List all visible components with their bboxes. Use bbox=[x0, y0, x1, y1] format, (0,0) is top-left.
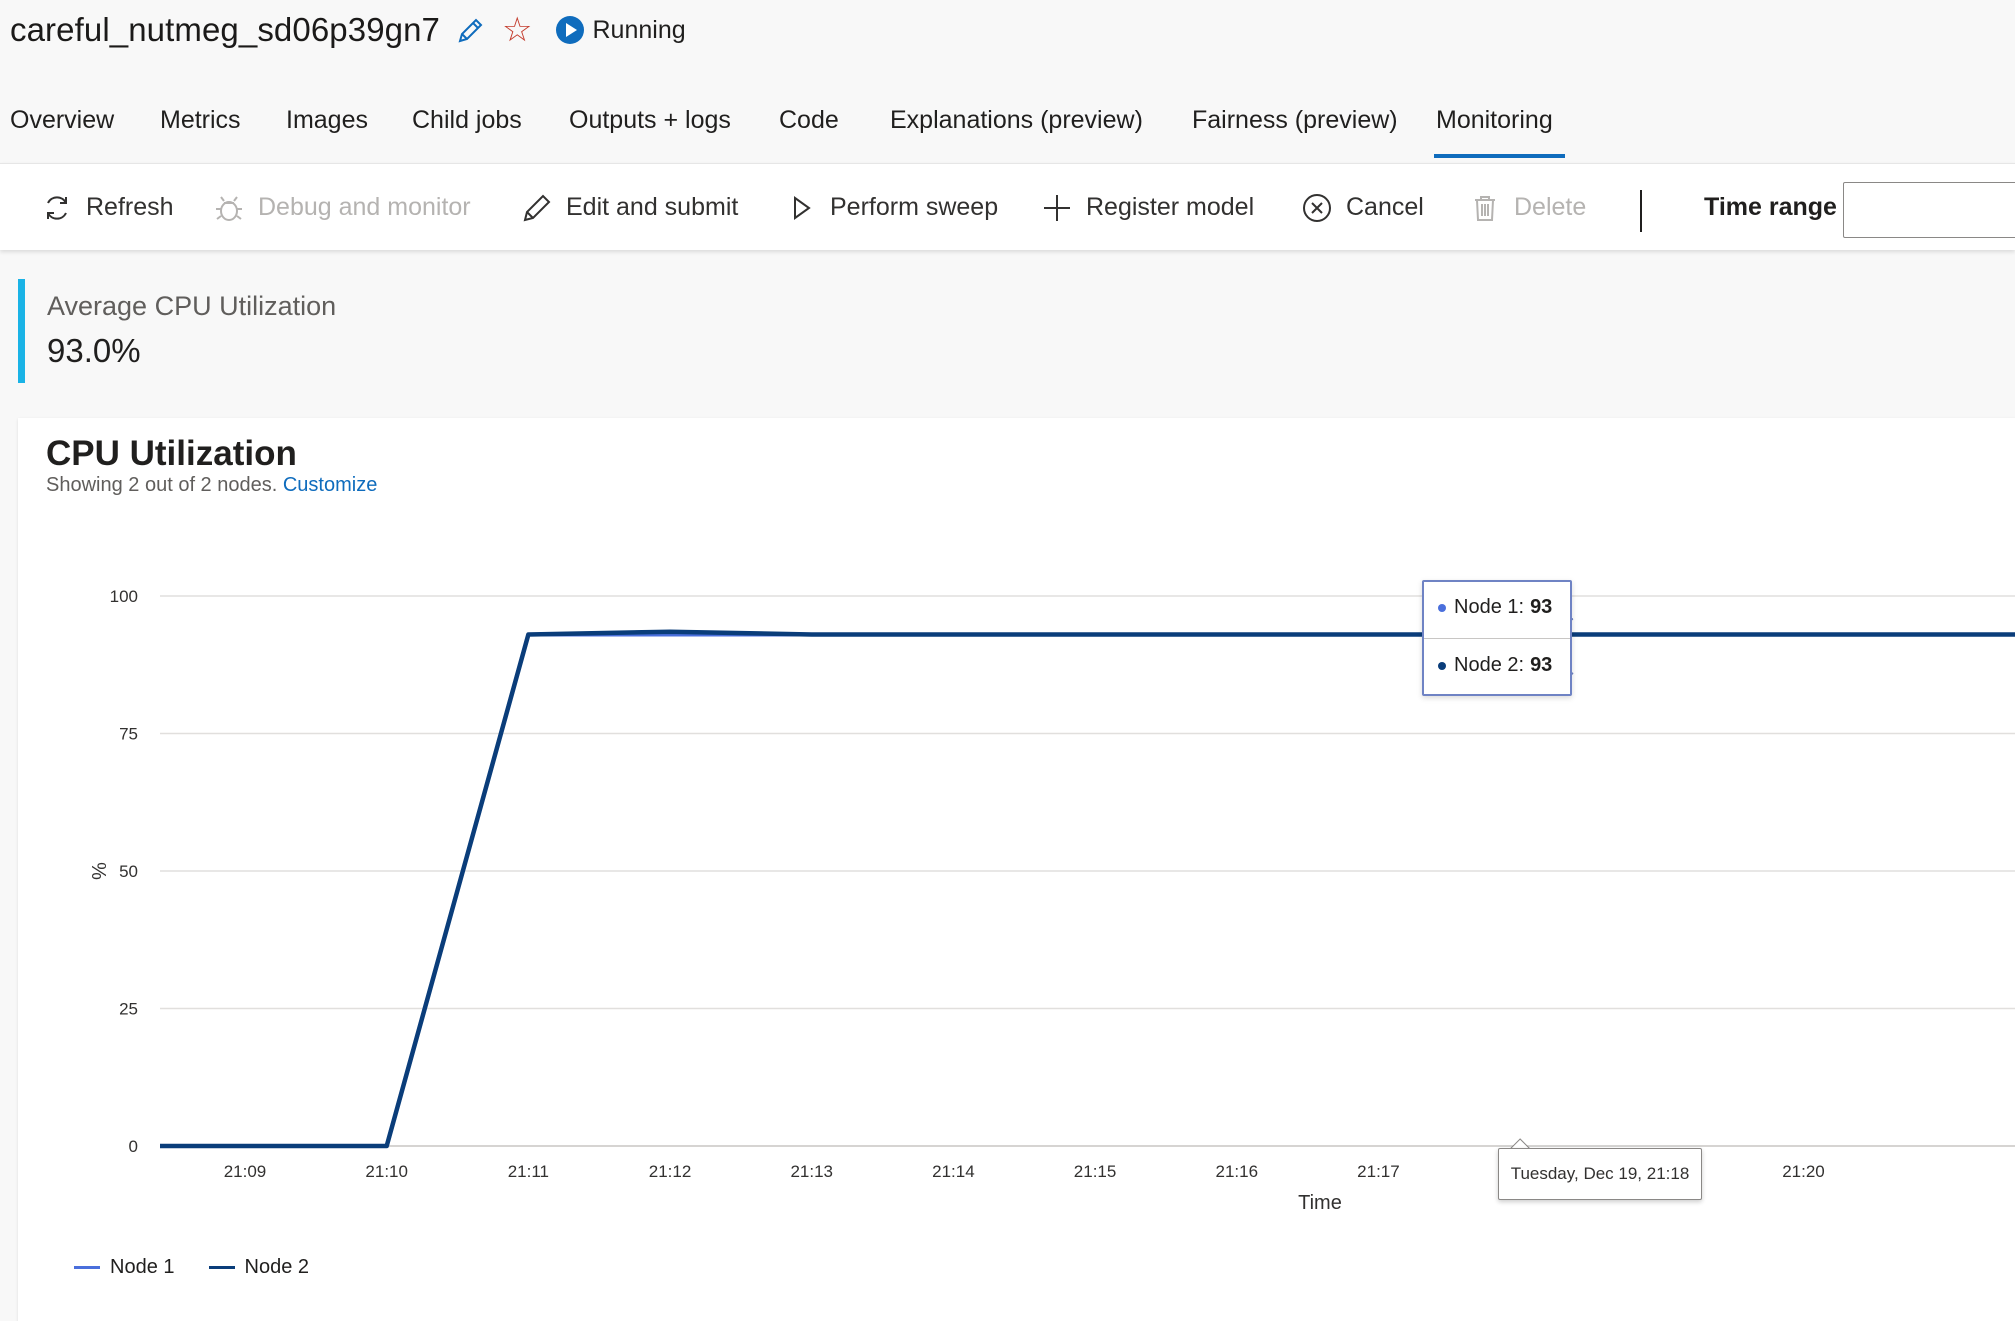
chart-tooltip: Node 1: 93 Node 2: 93 bbox=[1422, 580, 1572, 696]
pencil-icon bbox=[520, 191, 554, 225]
legend-item-node1[interactable]: Node 1 bbox=[74, 1256, 175, 1279]
register-model-label: Register model bbox=[1086, 193, 1255, 221]
metric-value: 93.0% bbox=[47, 332, 141, 369]
cancel-label: Cancel bbox=[1346, 193, 1424, 221]
time-range-label: Time range bbox=[1704, 193, 1837, 221]
command-bar: Refresh Debug and monitor Edit and submi… bbox=[0, 163, 2015, 250]
play-circle-icon bbox=[555, 16, 584, 44]
x-tick-label: 21:14 bbox=[932, 1162, 975, 1181]
delete-label: Delete bbox=[1514, 193, 1587, 221]
legend-label-node2: Node 2 bbox=[244, 1256, 310, 1278]
x-tick-label: 21:16 bbox=[1215, 1162, 1258, 1181]
register-model-button[interactable]: Register model bbox=[1040, 164, 1254, 251]
tab-images[interactable]: Images bbox=[286, 106, 368, 135]
legend-swatch-node1 bbox=[74, 1266, 100, 1269]
edit-submit-button[interactable]: Edit and submit bbox=[520, 164, 738, 251]
x-tick-label: 21:11 bbox=[508, 1162, 549, 1181]
delete-button[interactable]: Delete bbox=[1468, 164, 1586, 251]
y-tick-label: 50 bbox=[119, 862, 138, 881]
tab-outputs-logs[interactable]: Outputs + logs bbox=[569, 106, 731, 135]
tooltip-node2-label: Node 2: bbox=[1454, 654, 1525, 676]
series-line-node1 bbox=[160, 632, 2015, 1148]
status-badge: Running bbox=[555, 15, 686, 45]
job-header: careful_nutmeg_sd06p39gn7 ☆ Running bbox=[0, 0, 2015, 60]
y-tick-label: 25 bbox=[119, 1000, 138, 1019]
star-icon[interactable]: ☆ bbox=[502, 13, 532, 47]
tab-monitoring[interactable]: Monitoring bbox=[1436, 106, 1553, 135]
plus-icon bbox=[1040, 191, 1074, 225]
x-tick-label: 21:15 bbox=[1074, 1162, 1117, 1181]
play-icon bbox=[784, 191, 818, 225]
legend-swatch-node2 bbox=[208, 1266, 235, 1269]
tab-child-jobs[interactable]: Child jobs bbox=[412, 106, 522, 135]
x-tick-label: 21:20 bbox=[1782, 1162, 1825, 1181]
perform-sweep-button[interactable]: Perform sweep bbox=[784, 164, 998, 251]
metric-label: Average CPU Utilization bbox=[47, 291, 337, 321]
tab-fairness[interactable]: Fairness (preview) bbox=[1192, 106, 1398, 135]
x-tick-label: 21:09 bbox=[224, 1162, 267, 1181]
y-tick-label: 75 bbox=[119, 725, 138, 744]
tooltip-node1-label: Node 1: bbox=[1454, 596, 1525, 618]
x-axis-label: Time bbox=[1298, 1192, 1342, 1214]
edit-submit-label: Edit and submit bbox=[566, 193, 739, 221]
refresh-button[interactable]: Refresh bbox=[40, 164, 174, 251]
active-tab-indicator bbox=[1434, 154, 1565, 158]
tooltip-node2-dot bbox=[1438, 661, 1446, 670]
average-cpu-metric: Average CPU Utilization 93.0% bbox=[18, 279, 336, 383]
refresh-label: Refresh bbox=[86, 193, 174, 221]
tab-explanations[interactable]: Explanations (preview) bbox=[890, 106, 1143, 135]
x-tick-label: 21:10 bbox=[365, 1162, 408, 1181]
legend-item-node2[interactable]: Node 2 bbox=[208, 1256, 310, 1279]
y-axis-label: % bbox=[87, 862, 109, 880]
x-tick-label: 21:13 bbox=[790, 1162, 833, 1181]
y-tick-label: 0 bbox=[129, 1137, 138, 1156]
x-tick-label: 21:17 bbox=[1357, 1162, 1400, 1181]
chart-legend: Node 1 Node 2 bbox=[74, 1256, 343, 1279]
tab-metrics[interactable]: Metrics bbox=[160, 106, 241, 135]
cpu-line-chart: 0 25 50 75 100 21:09 21:10 21:11 21:12 21:13 21:14… bbox=[87, 587, 2015, 1214]
tooltip-node1-dot bbox=[1438, 603, 1446, 612]
tooltip-node1-value: 93 bbox=[1530, 596, 1553, 618]
debug-monitor-label: Debug and monitor bbox=[258, 193, 471, 221]
tooltip-node1: Node 1: 93 bbox=[1438, 596, 1552, 619]
tooltip-node2-value: 93 bbox=[1530, 654, 1553, 676]
debug-monitor-button[interactable]: Debug and monitor bbox=[212, 164, 471, 251]
trash-icon bbox=[1468, 191, 1502, 225]
time-range-dropdown[interactable] bbox=[1843, 182, 2015, 238]
toolbar-divider bbox=[1640, 190, 1642, 232]
refresh-icon bbox=[40, 191, 74, 225]
tooltip-separator bbox=[1424, 638, 1570, 639]
tab-bar: Overview Metrics Images Child jobs Outpu… bbox=[0, 92, 2015, 160]
tab-code[interactable]: Code bbox=[779, 106, 839, 135]
job-title: careful_nutmeg_sd06p39gn7 bbox=[10, 11, 441, 48]
legend-label-node1: Node 1 bbox=[110, 1256, 175, 1278]
cancel-button[interactable]: Cancel bbox=[1300, 164, 1424, 251]
series-line-node2 bbox=[160, 629, 2015, 1149]
tooltip-node2: Node 2: 93 bbox=[1438, 654, 1552, 677]
cpu-utilization-card: CPU Utilization Showing 2 out of 2 nodes… bbox=[18, 418, 2015, 1321]
cancel-circle-icon bbox=[1300, 191, 1334, 225]
y-tick-label: 100 bbox=[110, 587, 138, 606]
pencil-icon[interactable] bbox=[454, 13, 488, 47]
status-text: Running bbox=[592, 15, 686, 44]
tab-overview[interactable]: Overview bbox=[10, 106, 114, 135]
x-axis-tooltip: Tuesday, Dec 19, 21:18 bbox=[1498, 1148, 1702, 1200]
perform-sweep-label: Perform sweep bbox=[830, 193, 999, 221]
bug-icon bbox=[212, 191, 246, 225]
x-tick-label: 21:12 bbox=[649, 1162, 692, 1181]
